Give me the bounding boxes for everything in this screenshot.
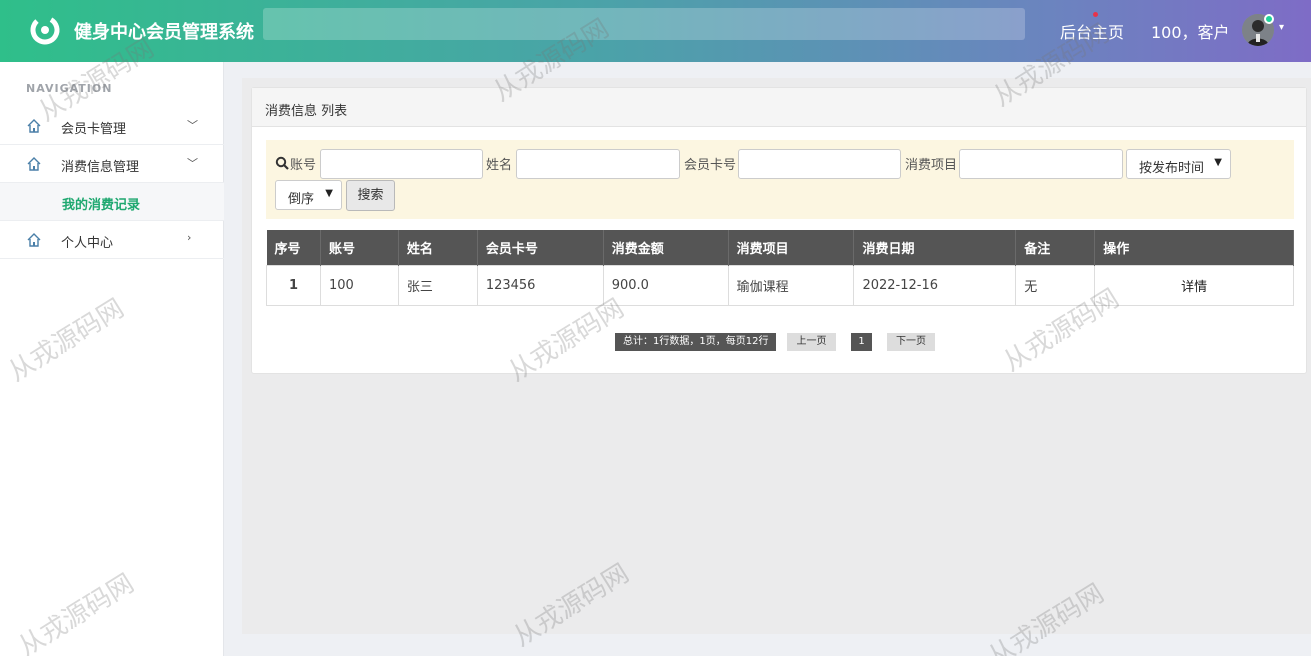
cell-date: 2022-12-16: [853, 264, 1017, 306]
sort-field-select[interactable]: 按发布时间 ▼: [1126, 149, 1231, 179]
item-label: 消费项目: [905, 158, 958, 173]
sidebar-item-card-management[interactable]: 会员卡管理 ﹀: [0, 107, 224, 145]
search-button[interactable]: 搜索: [346, 180, 395, 211]
chevron-right-icon: ›: [187, 231, 192, 244]
sort-field-value: 按发布时间: [1139, 161, 1205, 176]
current-page-button[interactable]: 1: [851, 333, 872, 351]
name-label: 姓名: [486, 158, 513, 173]
cell-amount: 900.0: [602, 264, 729, 306]
user-label[interactable]: 100，客户: [1151, 19, 1230, 43]
sidebar-item-label: 个人中心: [61, 236, 114, 251]
col-index: 序号: [266, 230, 321, 265]
account-label: 账号: [290, 158, 317, 173]
chevron-down-icon: ﹀: [187, 119, 198, 132]
header-search-bar[interactable]: [263, 8, 1025, 40]
chevron-down-icon: ▼: [325, 188, 333, 199]
cell-item: 瑜伽课程: [727, 264, 855, 306]
col-remark: 备注: [1015, 230, 1096, 265]
cell-name: 张三: [397, 264, 478, 306]
chevron-down-icon[interactable]: ▾: [1279, 22, 1284, 33]
search-form: 账号 姓名 会员卡号 消费项目 按发布时间 ▼ 倒序 ▼ 搜索: [266, 140, 1294, 219]
sidebar-item-consumption-management[interactable]: 消费信息管理 ﹀: [0, 145, 224, 183]
card-no-label: 会员卡号: [684, 158, 737, 173]
prev-page-button[interactable]: 上一页: [787, 333, 836, 351]
cell-account: 100: [319, 264, 399, 306]
panel-title: 消费信息 列表: [265, 104, 348, 119]
detail-button[interactable]: 详情: [1094, 264, 1294, 306]
card-no-input[interactable]: [738, 149, 901, 179]
col-amount: 消费金额: [603, 230, 729, 265]
sidebar-item-personal-center[interactable]: 个人中心 ›: [0, 221, 224, 259]
sort-order-value: 倒序: [288, 192, 315, 207]
col-item: 消费项目: [728, 230, 855, 265]
chevron-down-icon: ▼: [1214, 157, 1222, 168]
pagination-total: 总计：1行数据，1页，每页12行: [615, 333, 777, 351]
home-link[interactable]: 后台主页: [1060, 19, 1124, 43]
consumption-table: 序号 账号 姓名 会员卡号 消费金额 消费项目 消费日期 备注 操作 1 100…: [266, 230, 1294, 306]
app-title: 健身中心会员管理系统: [74, 22, 254, 43]
home-icon: [27, 233, 41, 247]
col-name: 姓名: [398, 230, 478, 265]
sidebar: NAVIGATION 会员卡管理 ﹀ 消费信息管理 ﹀ 我的消费记录 个人中心 …: [0, 62, 224, 656]
name-input[interactable]: [516, 149, 680, 179]
table-header-row: 序号 账号 姓名 会员卡号 消费金额 消费项目 消费日期 备注 操作: [266, 230, 1294, 265]
sidebar-subitem-label: 我的消费记录: [62, 198, 141, 213]
notification-dot: [1093, 12, 1098, 17]
nav-heading: NAVIGATION: [26, 82, 113, 95]
logo-icon: [30, 15, 60, 45]
cell-remark: 无: [1015, 264, 1096, 306]
search-icon: [275, 156, 289, 170]
sidebar-subitem-my-records[interactable]: 我的消费记录: [0, 183, 224, 221]
next-page-button[interactable]: 下一页: [887, 333, 935, 351]
home-icon: [27, 119, 41, 133]
consumption-list-panel: 消费信息 列表 账号 姓名 会员卡号 消费项目 按发布时间 ▼ 倒序 ▼ 搜索 …: [251, 87, 1307, 374]
top-header: 健身中心会员管理系统 后台主页 100，客户 ▾: [0, 0, 1311, 62]
col-account: 账号: [320, 230, 399, 265]
col-action: 操作: [1094, 230, 1294, 265]
chevron-down-icon: ﹀: [187, 157, 198, 170]
panel-header: 消费信息 列表: [252, 88, 1306, 127]
home-icon: [27, 157, 41, 171]
online-status-dot: [1264, 14, 1274, 24]
table-row: 1 100 张三 123456 900.0 瑜伽课程 2022-12-16 无 …: [266, 264, 1294, 306]
sidebar-item-label: 消费信息管理: [61, 160, 140, 175]
account-input[interactable]: [320, 149, 483, 179]
item-input[interactable]: [959, 149, 1123, 179]
cell-index: 1: [266, 264, 321, 306]
cell-card-no: 123456: [476, 264, 604, 306]
sidebar-item-label: 会员卡管理: [61, 122, 127, 137]
col-date: 消费日期: [853, 230, 1017, 265]
col-card-no: 会员卡号: [477, 230, 604, 265]
sort-order-select[interactable]: 倒序 ▼: [275, 180, 342, 210]
